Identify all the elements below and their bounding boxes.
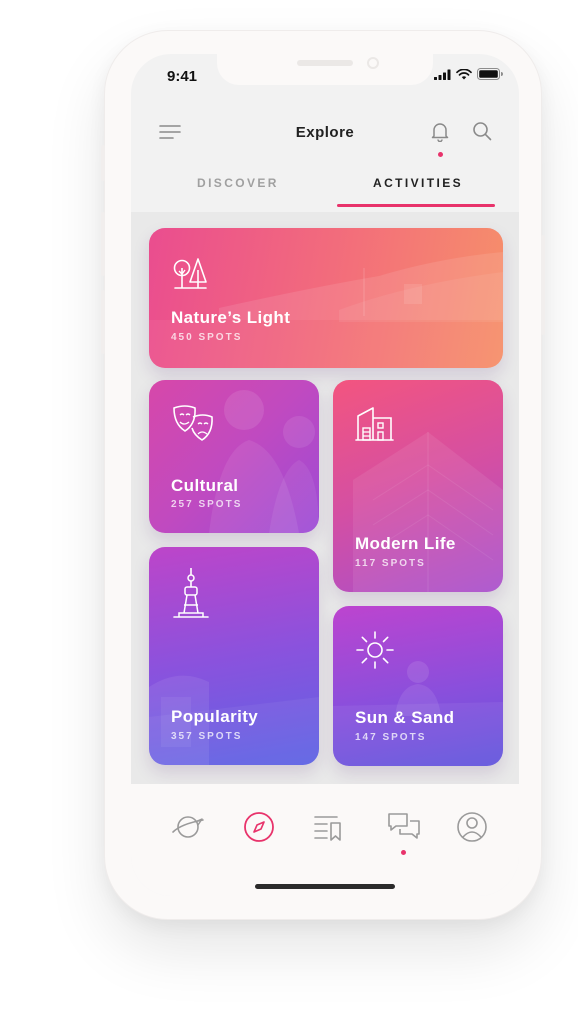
- card-title: Nature’s Light: [171, 308, 291, 327]
- card-spots-count: 117 SPOTS: [355, 558, 426, 569]
- lake-scene-image: [149, 252, 503, 368]
- chat-badge-dot: [401, 850, 406, 855]
- profile-icon[interactable]: [455, 810, 489, 844]
- power-button: [541, 235, 545, 335]
- header: Explore: [131, 114, 519, 158]
- card-modern-life[interactable]: Modern Life 117 SPOTS: [333, 380, 503, 592]
- card-cultural[interactable]: Cultural 257 SPOTS: [149, 380, 319, 533]
- home-indicator[interactable]: [255, 884, 395, 889]
- battery-icon: [477, 68, 503, 80]
- wifi-icon: [456, 68, 472, 79]
- card-popularity[interactable]: Popularity 357 SPOTS: [149, 547, 319, 765]
- activities-grid: Nature’s Light 450 SPOTS Cultural 257 SP…: [131, 212, 519, 784]
- card-natures-light[interactable]: Nature’s Light 450 SPOTS: [149, 228, 503, 368]
- bottom-nav: [131, 784, 519, 896]
- people-scene-image: [209, 390, 319, 533]
- search-icon[interactable]: [471, 120, 493, 142]
- volume-up-button: [101, 212, 105, 276]
- side-button: [101, 145, 105, 181]
- trees-icon: [173, 258, 207, 289]
- app-screen: 9:41 Explore DISCOVER ACTIVITIES Nature’…: [131, 54, 519, 896]
- tab-activities[interactable]: ACTIVITIES: [373, 176, 463, 190]
- tab-bar: DISCOVER ACTIVITIES: [131, 164, 519, 210]
- chat-icon[interactable]: [387, 810, 421, 844]
- speaker: [297, 60, 353, 66]
- card-title: Modern Life: [355, 534, 456, 553]
- notch: [217, 54, 433, 85]
- card-spots-count: 357 SPOTS: [171, 731, 243, 742]
- front-camera: [367, 57, 379, 69]
- page-title: Explore: [295, 124, 355, 141]
- sun-icon: [356, 631, 394, 669]
- card-title: Popularity: [171, 707, 259, 726]
- building-icon: [355, 407, 394, 441]
- card-spots-count: 450 SPOTS: [171, 332, 243, 343]
- card-title: Cultural: [171, 476, 239, 495]
- list-bookmark-icon[interactable]: [311, 810, 345, 844]
- card-spots-count: 257 SPOTS: [171, 499, 243, 510]
- volume-down-button: [101, 290, 105, 354]
- tab-discover[interactable]: DISCOVER: [197, 176, 279, 190]
- compass-icon[interactable]: [242, 810, 276, 844]
- theater-masks-icon: [173, 405, 213, 441]
- card-title: Sun & Sand: [355, 708, 455, 727]
- card-sun-and-sand[interactable]: Sun & Sand 147 SPOTS: [333, 606, 503, 766]
- planet-plane-icon[interactable]: [171, 810, 205, 844]
- card-spots-count: 147 SPOTS: [355, 732, 427, 743]
- notification-dot: [438, 152, 443, 157]
- status-time: 9:41: [167, 68, 198, 85]
- notification-bell-icon[interactable]: [429, 120, 451, 142]
- status-icons: [434, 68, 503, 80]
- tower-icon: [173, 568, 209, 618]
- active-tab-indicator: [337, 204, 495, 207]
- signal-icon: [434, 69, 451, 80]
